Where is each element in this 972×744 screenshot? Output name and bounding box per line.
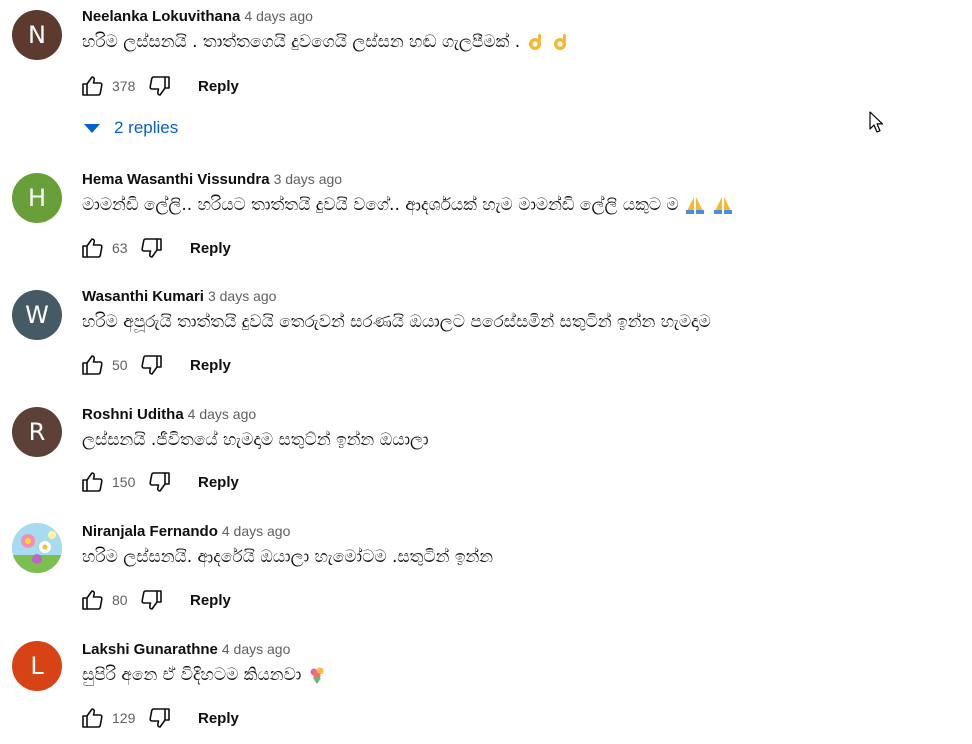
like-button[interactable] [78, 234, 106, 262]
thumbs-down-icon [141, 590, 162, 610]
thumbs-up-icon [82, 355, 103, 375]
dislike-button[interactable] [138, 234, 166, 262]
comment-actions: 129 Reply [78, 704, 239, 732]
mouse-cursor-icon [869, 111, 883, 133]
thumbs-down-icon [149, 708, 170, 728]
comment-header: Hema Wasanthi Vissundra 3 days ago [82, 171, 342, 189]
comment-body: හරිම අපූරුයි තාත්තයි දුවයි තෙරුවන් සරණයි… [82, 312, 711, 332]
comment-actions: 150 Reply [78, 468, 239, 496]
comment-time[interactable]: 3 days ago [208, 288, 277, 304]
avatar-initial: H [27, 184, 47, 212]
thumbs-up-icon [82, 76, 103, 96]
comment-body: හරිම ලස්සනයි. ආදරේයි ඔයාලා හැමෝටම .සතුටි… [82, 547, 494, 567]
like-count: 129 [112, 710, 136, 726]
like-count: 50 [112, 357, 128, 373]
comment-actions: 378 Reply [78, 72, 239, 100]
comment-time[interactable]: 4 days ago [244, 8, 313, 24]
comment-time[interactable]: 4 days ago [188, 406, 257, 422]
view-replies-button[interactable]: 2 replies [84, 118, 178, 138]
bouquet-emoji [310, 667, 324, 684]
like-button[interactable] [78, 704, 106, 732]
avatar[interactable]: N [12, 10, 62, 60]
comment-text: හරිම ලස්සනයි. ආදරේයි ඔයාලා හැමෝටම .සතුටි… [82, 547, 493, 567]
thumbs-up-icon [82, 472, 103, 492]
dislike-button[interactable] [146, 704, 174, 732]
comment-time[interactable]: 4 days ago [222, 641, 291, 657]
like-count: 378 [112, 78, 136, 94]
comment-text: මාමන්ඩි ලේලි.. හරියට තාත්තයි දුවයි වගේ..… [82, 195, 734, 215]
author-name[interactable]: Neelanka Lokuvithana [82, 8, 240, 25]
like-count: 80 [112, 592, 128, 608]
thumbs-down-icon [141, 355, 162, 375]
comment-actions: 80 Reply [78, 586, 231, 614]
thumbs-up-icon [82, 590, 103, 610]
like-count: 63 [112, 240, 128, 256]
chevron-down-icon [84, 123, 100, 133]
comment-actions: 50 Reply [78, 351, 231, 379]
like-button[interactable] [78, 586, 106, 614]
author-name[interactable]: Roshni Uditha [82, 406, 184, 423]
thumbs-down-icon [149, 472, 170, 492]
comment-header: Lakshi Gunarathne 4 days ago [82, 641, 290, 659]
dislike-button[interactable] [146, 72, 174, 100]
comment-body: ලස්සනයි .ජීවිතයේ හැමදාම සතුට්න් ඉන්න ඔයා… [82, 430, 429, 450]
replies-label: 2 replies [114, 118, 179, 137]
dislike-button[interactable] [138, 351, 166, 379]
reply-button[interactable]: Reply [190, 357, 231, 374]
avatar-initial: N [28, 21, 46, 49]
avatar[interactable]: W [12, 290, 62, 340]
dislike-button[interactable] [146, 468, 174, 496]
comment-actions: 63 Reply [78, 234, 231, 262]
comment-header: Niranjala Fernando 4 days ago [82, 523, 290, 541]
like-button[interactable] [78, 351, 106, 379]
comment-text: හරිම අපූරුයි තාත්තයි දුවයි තෙරුවන් සරණයි… [82, 312, 711, 332]
folded-hands-emoji [686, 197, 705, 214]
author-name[interactable]: Wasanthi Kumari [82, 288, 204, 305]
author-name[interactable]: Hema Wasanthi Vissundra [82, 171, 270, 188]
reply-button[interactable]: Reply [198, 710, 239, 727]
reply-button[interactable]: Reply [198, 78, 239, 95]
like-count: 150 [112, 474, 136, 490]
comment-time[interactable]: 4 days ago [222, 523, 291, 539]
thumbs-up-icon [82, 708, 103, 728]
avatar[interactable]: L [12, 641, 62, 691]
flower-photo-icon [12, 523, 62, 573]
like-button[interactable] [78, 72, 106, 100]
comment-text: ලස්සනයි .ජීවිතයේ හැමදාම සතුට්න් ඉන්න ඔයා… [82, 430, 429, 450]
avatar-initial: W [25, 301, 49, 329]
comment-header: Roshni Uditha 4 days ago [82, 406, 256, 424]
comment-text: සුපිරි අනෙ ඒ විදිහටම කියනවා [82, 665, 327, 685]
comment-body: හරිම ලස්සනයි . තාත්තගෙයි දුවගෙයි ලස්සන හ… [82, 32, 521, 52]
thumbs-down-icon [149, 76, 170, 96]
avatar[interactable]: H [12, 173, 62, 223]
comment-body: මාමන්ඩි ලේලි.. හරියට තාත්තයි දුවයි වගේ..… [82, 195, 685, 215]
reply-button[interactable]: Reply [190, 240, 231, 257]
reply-button[interactable]: Reply [190, 592, 231, 609]
dislike-button[interactable] [138, 586, 166, 614]
folded-hands-emoji [713, 197, 732, 214]
ok-hand-emoji [553, 34, 566, 50]
thumbs-up-icon [82, 238, 103, 258]
comment-body: සුපිරි අනෙ ඒ විදිහටම කියනවා [82, 665, 302, 685]
comment-header: Wasanthi Kumari 3 days ago [82, 288, 276, 306]
comment-time[interactable]: 3 days ago [274, 171, 343, 187]
author-name[interactable]: Lakshi Gunarathne [82, 641, 218, 658]
avatar[interactable] [12, 523, 62, 573]
comment-text: හරිම ලස්සනයි . තාත්තගෙයි දුවගෙයි ලස්සන හ… [82, 32, 571, 52]
author-name[interactable]: Niranjala Fernando [82, 523, 218, 540]
like-button[interactable] [78, 468, 106, 496]
ok-hand-emoji [528, 34, 541, 50]
avatar-initial: R [28, 418, 46, 446]
thumbs-down-icon [141, 238, 162, 258]
avatar[interactable]: R [12, 407, 62, 457]
reply-button[interactable]: Reply [198, 474, 239, 491]
comment-header: Neelanka Lokuvithana 4 days ago [82, 8, 313, 26]
avatar-initial: L [30, 652, 44, 680]
